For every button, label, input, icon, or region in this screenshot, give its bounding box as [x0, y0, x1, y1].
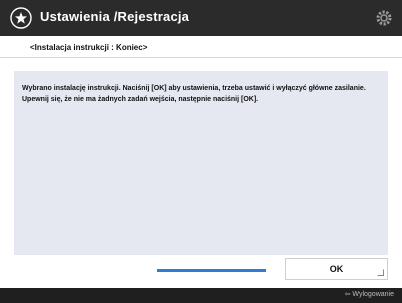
ok-button-label: OK — [329, 264, 344, 274]
progress-bar — [157, 269, 266, 272]
breadcrumb: <Instalacja instrukcji : Koniec> — [30, 43, 148, 52]
corner-icon — [377, 269, 384, 276]
page-title: Ustawienia /Rejestracja — [40, 9, 190, 24]
title-bar: Ustawienia /Rejestracja — [0, 0, 402, 36]
ok-button[interactable]: OK — [285, 258, 388, 280]
home-icon[interactable] — [10, 7, 32, 29]
message-text: Wybrano instalację instrukcji. Naciśnij … — [22, 85, 366, 103]
bottom-bar — [0, 288, 402, 303]
gear-icon[interactable] — [374, 8, 394, 28]
logout-button[interactable]: ⇦ Wylogowanie — [345, 290, 394, 298]
divider — [0, 57, 402, 58]
